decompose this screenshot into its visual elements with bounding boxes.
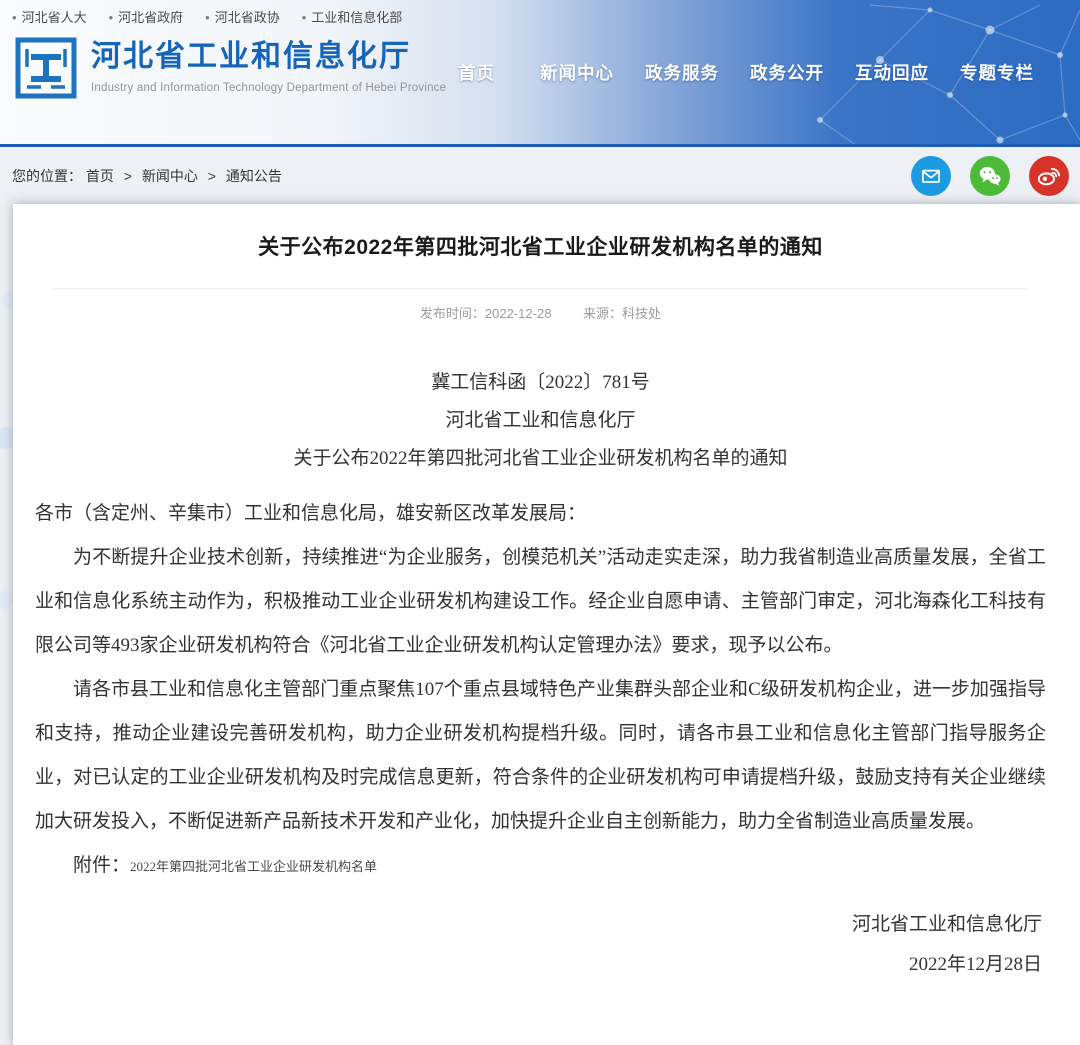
salutation: 各市（含定州、辛集市）工业和信息化局，雄安新区改革发展局： [35,492,1046,536]
header-main: 河北省工业和信息化厅 Industry and Information Tech… [14,36,446,100]
site-logo-icon[interactable] [14,36,78,100]
page-title: 关于公布2022年第四批河北省工业企业研发机构名单的通知 [35,231,1046,261]
attachment-label: 附件： [73,855,130,876]
document-head: 冀工信科函〔2022〕781号 河北省工业和信息化厅 关于公布2022年第四批河… [35,364,1046,478]
weibo-share-button[interactable] [1029,156,1069,196]
nav-item-home[interactable]: 首页 [458,60,495,85]
doc-issuer: 河北省工业和信息化厅 [35,402,1046,440]
topbar-link-label: 河北省政府 [118,10,183,25]
topbar-link-miit[interactable]: • 工业和信息化部 [302,7,403,26]
weibo-icon [1036,163,1062,189]
site-subtitle: Industry and Information Technology Depa… [91,82,446,94]
breadcrumb-notices[interactable]: 通知公告 [226,168,282,184]
nav-item-services[interactable]: 政务服务 [645,60,719,85]
nav-item-disclosure[interactable]: 政务公开 [750,60,824,85]
share-buttons [911,156,1069,196]
article-body: 冀工信科函〔2022〕781号 河北省工业和信息化厅 关于公布2022年第四批河… [35,364,1046,985]
bullet-icon: • [12,10,17,25]
breadcrumb-news-center[interactable]: 新闻中心 [142,168,198,184]
site-header: • 河北省人大 • 河北省政府 • 河北省政协 • 工业和信息化部 河北省工业和信息化厅… [0,0,1080,147]
breadcrumb-separator: > [208,168,216,184]
article-source: 来源：科技处 [583,306,661,321]
document-text: 各市（含定州、辛集市）工业和信息化局，雄安新区改革发展局： 为不断提升企业技术创… [35,492,1046,985]
topbar-link-zhengfu[interactable]: • 河北省政府 [109,7,184,26]
main-nav: 首页 新闻中心 政务服务 政务公开 互动回应 专题专栏 [458,60,1034,85]
bullet-icon: • [109,10,114,25]
site-title: 河北省工业和信息化厅 [91,38,446,76]
title-divider [53,288,1028,289]
breadcrumb-row: 您的位置： 首页 > 新闻中心 > 通知公告 [0,147,1080,204]
breadcrumb-home[interactable]: 首页 [86,168,114,184]
doc-title: 关于公布2022年第四批河北省工业企业研发机构名单的通知 [35,440,1046,478]
attachment-link[interactable]: 2022年第四批河北省工业企业研发机构名单 [130,859,377,874]
article-card: 关于公布2022年第四批河北省工业企业研发机构名单的通知 发布时间：2022-1… [13,204,1080,1045]
site-identity: 河北省工业和信息化厅 Industry and Information Tech… [91,36,446,94]
attachment-line: 附件：2022年第四批河北省工业企业研发机构名单 [35,844,1046,889]
bullet-icon: • [205,10,210,25]
breadcrumb-separator: > [124,168,132,184]
topbar-link-renda[interactable]: • 河北省人大 [12,7,87,26]
email-share-button[interactable] [911,156,951,196]
article-meta: 发布时间：2022-12-28 来源：科技处 [35,303,1046,322]
signature-date: 2022年12月28日 [35,945,1042,985]
wechat-share-button[interactable] [970,156,1010,196]
email-icon [918,163,944,189]
signature-block: 河北省工业和信息化厅 2022年12月28日 [35,905,1046,985]
topbar-link-label: 工业和信息化部 [311,10,402,25]
wechat-icon [977,163,1003,189]
signature-issuer: 河北省工业和信息化厅 [35,905,1042,945]
nav-item-interaction[interactable]: 互动回应 [855,60,929,85]
breadcrumb: 您的位置： 首页 > 新闻中心 > 通知公告 [12,166,282,186]
bullet-icon: • [302,10,307,25]
publish-time: 发布时间：2022-12-28 [420,306,552,321]
breadcrumb-label: 您的位置： [12,168,82,184]
paragraph: 为不断提升企业技术创新，持续推进“为企业服务，创模范机关”活动走实走深，助力我省… [35,536,1046,668]
nav-item-special[interactable]: 专题专栏 [960,60,1034,85]
nav-item-news[interactable]: 新闻中心 [540,60,614,85]
paragraph: 请各市县工业和信息化主管部门重点聚焦107个重点县域特色产业集群头部企业和C级研… [35,668,1046,844]
topbar-link-zhengxie[interactable]: • 河北省政协 [205,7,280,26]
topbar: • 河北省人大 • 河北省政府 • 河北省政协 • 工业和信息化部 [0,0,1080,26]
topbar-link-label: 河北省人大 [22,10,87,25]
doc-number: 冀工信科函〔2022〕781号 [35,364,1046,402]
topbar-link-label: 河北省政协 [215,10,280,25]
